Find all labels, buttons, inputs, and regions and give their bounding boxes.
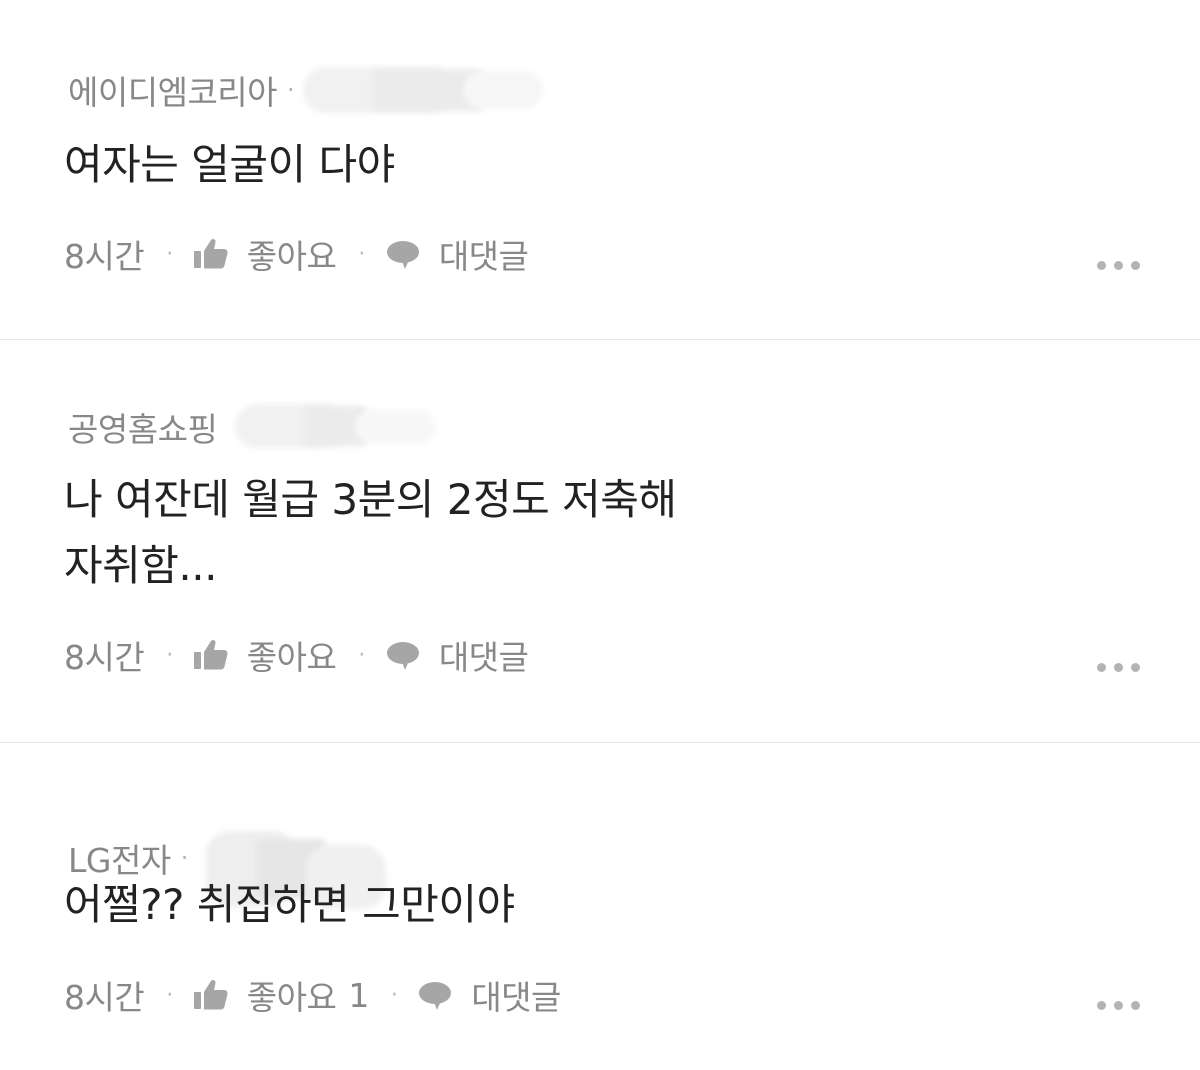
author-separator: · <box>180 844 189 872</box>
reply-label: 대댓글 <box>438 237 529 276</box>
reply-label: 대댓글 <box>471 978 561 1017</box>
comment-meta: 8시간 · 좋아요 1 · 대댓글 <box>64 971 561 1019</box>
comment-header: 공영홈쇼핑 <box>68 403 436 451</box>
like-button[interactable]: 좋아요 <box>193 631 337 679</box>
speech-bubble-icon <box>386 241 419 269</box>
comment-item: LG전자 · 어쩔?? 취집하면 그만이야 8시간 · 좋아요 1 · 대댓글 <box>0 743 1200 1070</box>
comment-time: 8시간 <box>64 638 145 677</box>
thumbs-up-icon <box>193 238 228 269</box>
meta-separator: · <box>390 982 398 1008</box>
comment-body-line: 자취함... <box>64 541 217 590</box>
comment-item: 공영홈쇼핑 나 여잔데 월급 3분의 2정도 저축해 자취함... 8시간 · … <box>0 340 1200 743</box>
comment-body-line: 어쩔?? 취집하면 그만이야 <box>64 880 515 929</box>
meta-separator: · <box>358 642 365 668</box>
like-label: 좋아요 <box>246 638 337 677</box>
comment-author[interactable]: 공영홈쇼핑 <box>68 403 218 451</box>
comment-time: 8시간 <box>64 237 145 276</box>
comment-body-line: 나 여잔데 월급 3분의 2정도 저축해 <box>64 475 677 524</box>
reply-button[interactable]: 대댓글 <box>417 971 561 1019</box>
more-dots-icon[interactable] <box>1097 261 1140 270</box>
comment-body: 어쩔?? 취집하면 그만이야 <box>64 872 515 938</box>
meta-separator: · <box>166 982 173 1008</box>
comment-meta: 8시간 · 좋아요 · 대댓글 <box>64 631 529 679</box>
speech-bubble-icon <box>386 642 419 670</box>
comment-body-line: 여자는 얼굴이 다야 <box>64 140 395 189</box>
author-separator: · <box>287 76 295 104</box>
redacted-blur <box>302 67 543 113</box>
more-dots-icon[interactable] <box>1097 1001 1140 1010</box>
like-button[interactable]: 좋아요 1 <box>193 971 369 1019</box>
comment-body: 여자는 얼굴이 다야 <box>64 132 395 198</box>
comment-body: 나 여잔데 월급 3분의 2정도 저축해 자취함... <box>64 467 677 599</box>
thumbs-up-icon <box>193 639 228 670</box>
comment-header: 에이디엠코리아 · <box>68 66 543 114</box>
reply-button[interactable]: 대댓글 <box>385 631 529 679</box>
comment-time: 8시간 <box>64 978 145 1017</box>
meta-separator: · <box>166 642 173 668</box>
redacted-blur <box>235 404 436 450</box>
like-button[interactable]: 좋아요 <box>193 230 337 278</box>
reply-label: 대댓글 <box>438 638 529 677</box>
like-label: 좋아요 <box>246 978 337 1017</box>
thumbs-up-icon <box>193 979 228 1010</box>
comment-item: 에이디엠코리아 · 여자는 얼굴이 다야 8시간 · 좋아요 · 대댓글 <box>0 0 1200 340</box>
more-dots-icon[interactable] <box>1097 663 1140 672</box>
comment-meta: 8시간 · 좋아요 · 대댓글 <box>64 230 529 278</box>
like-label: 좋아요 <box>246 237 337 276</box>
comment-author[interactable]: 에이디엠코리아 <box>68 66 278 114</box>
meta-separator: · <box>358 241 365 267</box>
reply-button[interactable]: 대댓글 <box>385 230 529 278</box>
meta-separator: · <box>166 241 173 267</box>
speech-bubble-icon <box>419 982 452 1010</box>
like-count: 1 <box>348 975 369 1015</box>
